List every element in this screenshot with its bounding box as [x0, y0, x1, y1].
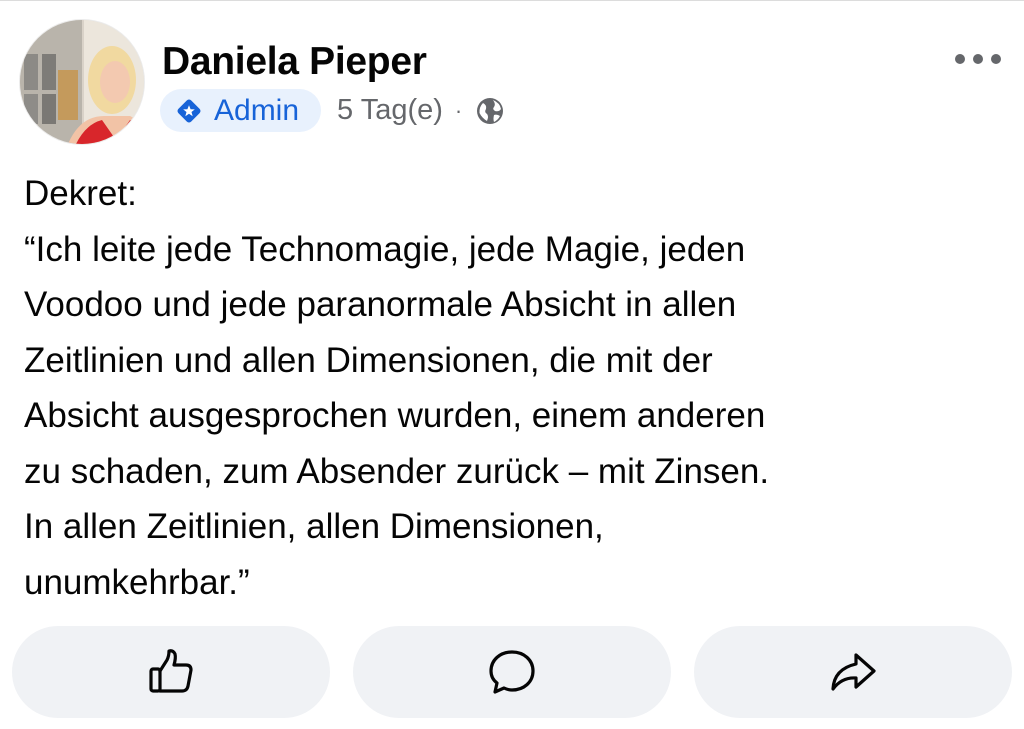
post-text: Dekret: “Ich leite jede Technomagie, jed…: [24, 166, 1004, 610]
comment-icon: [489, 650, 535, 694]
post-meta: Admin 5 Tag(e) ·: [160, 89, 506, 132]
comment-button[interactable]: [353, 626, 671, 718]
admin-badge[interactable]: Admin: [160, 89, 322, 132]
post-text-line: In allen Zeitlinien, allen Dimensionen,: [24, 507, 604, 546]
post-text-line: Dekret:: [24, 174, 137, 213]
share-button[interactable]: [694, 626, 1012, 718]
thumbs-up-icon: [149, 649, 193, 693]
post-text-line: Absicht ausgesprochen wurden, einem ande…: [24, 396, 766, 435]
post-text-line: unumkehrbar.”: [24, 562, 250, 602]
post-text-line: “Ich leite jede Technomagie, jede Magie,…: [24, 229, 746, 269]
action-bar: [12, 626, 1012, 718]
admin-badge-label: Admin: [214, 93, 300, 127]
top-divider: [0, 0, 1024, 1]
admin-star-icon: [177, 99, 201, 122]
post-text-line: Voodoo und jede paranormale Absicht in a…: [24, 285, 737, 324]
post-timestamp[interactable]: 5 Tag(e): [337, 94, 443, 127]
post-card: Daniela Pieper Admin 5 Tag(e) · Dekret: …: [0, 0, 1024, 729]
meta-separator: ·: [454, 97, 463, 123]
author-avatar[interactable]: [20, 20, 144, 144]
more-options-button[interactable]: [950, 42, 1006, 76]
like-button[interactable]: [12, 626, 330, 718]
author-name[interactable]: Daniela Pieper: [162, 38, 427, 86]
share-icon: [831, 653, 876, 691]
more-options-icon: [955, 54, 1001, 64]
post-text-line: zu schaden, zum Absender zurück – mit Zi…: [24, 451, 770, 491]
globe-icon: [477, 97, 504, 124]
post-text-line: Zeitlinien und allen Dimensionen, die mi…: [24, 340, 713, 380]
